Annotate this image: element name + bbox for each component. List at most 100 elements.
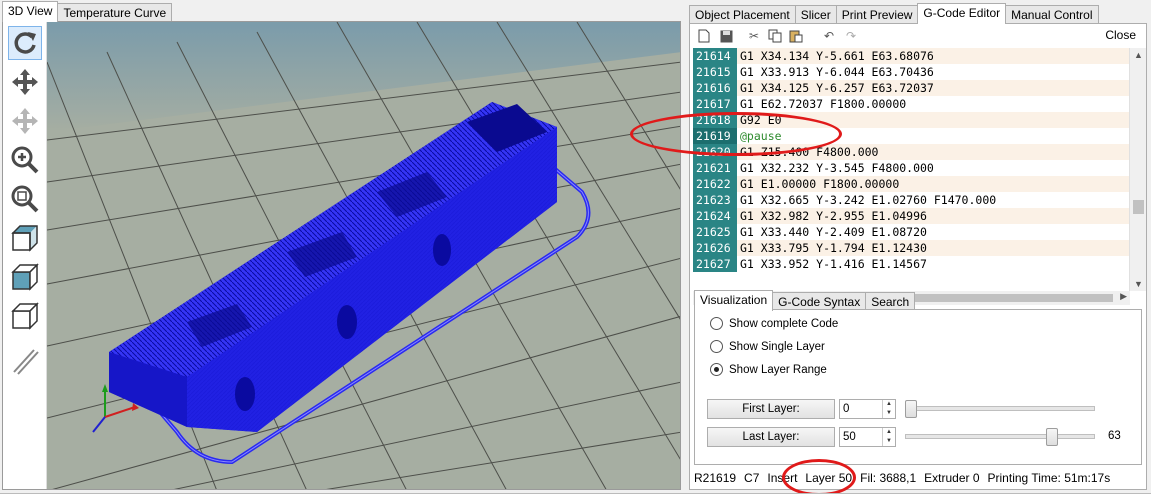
- option-label: Show Single Layer: [729, 340, 825, 353]
- line-text: G1 E1.00000 F1800.00000: [740, 177, 900, 191]
- code-line[interactable]: 21616 G1 X34.125 Y-6.257 E63.72037: [693, 80, 1130, 96]
- line-number: 21618: [693, 112, 737, 128]
- paste-icon[interactable]: [788, 28, 804, 44]
- last-layer-spinbox[interactable]: 50 ▲ ▼: [839, 427, 896, 447]
- code-line[interactable]: 21621 G1 X32.232 Y-3.545 F4800.000: [693, 160, 1130, 176]
- editor-toolbar: ✂ ↶ ↷ Close: [690, 24, 1146, 48]
- line-text: G1 E62.72037 F1800.00000: [740, 97, 907, 111]
- move-view-icon[interactable]: [8, 65, 42, 99]
- scroll-thumb[interactable]: [1133, 200, 1144, 214]
- show-single-layer-option[interactable]: Show Single Layer: [710, 340, 825, 353]
- tab-temperature-curve[interactable]: Temperature Curve: [57, 3, 173, 22]
- tab-print-preview[interactable]: Print Preview: [835, 5, 919, 24]
- gcode-text-area[interactable]: 21614 G1 X34.134 Y-5.661 E63.68076 21615 G1…: [693, 48, 1130, 291]
- line-text: G1 X33.795 Y-1.794 E1.12430: [740, 241, 927, 255]
- scroll-down-icon[interactable]: ▼: [1134, 279, 1143, 289]
- line-number: 21619: [693, 128, 737, 144]
- parallel-projection-icon[interactable]: [8, 344, 42, 378]
- move-object-icon[interactable]: [8, 104, 42, 138]
- radio-single[interactable]: [710, 340, 723, 353]
- first-layer-slider[interactable]: [905, 399, 1095, 419]
- line-text: G1 Z15.400 F4800.000: [740, 145, 879, 159]
- show-layer-range-option[interactable]: Show Layer Range: [710, 363, 827, 376]
- 3d-scene[interactable]: [47, 22, 681, 490]
- line-text: G1 X33.952 Y-1.416 E1.14567: [740, 257, 927, 271]
- status-col: C7: [744, 471, 760, 485]
- line-text: @pause: [740, 129, 782, 143]
- rotate-view-icon[interactable]: [8, 26, 42, 60]
- line-number: 21614: [693, 48, 737, 64]
- scroll-right-icon[interactable]: ▶: [1120, 291, 1127, 302]
- line-number: 21625: [693, 224, 737, 240]
- line-number: 21624: [693, 208, 737, 224]
- line-text: G1 X34.125 Y-6.257 E63.72037: [740, 81, 934, 95]
- front-view-icon[interactable]: [8, 221, 42, 255]
- zoom-icon[interactable]: [8, 143, 42, 177]
- option-label: Show complete Code: [729, 317, 839, 330]
- spin-arrows-icon[interactable]: ▲ ▼: [882, 428, 895, 446]
- tab-manual-control[interactable]: Manual Control: [1005, 5, 1099, 24]
- line-number: 21627: [693, 256, 737, 272]
- code-line[interactable]: 21620 G1 Z15.400 F4800.000: [693, 144, 1130, 160]
- spin-arrows-icon[interactable]: ▲ ▼: [882, 400, 895, 418]
- line-text: G1 X32.232 Y-3.545 F4800.000: [740, 161, 934, 175]
- code-line[interactable]: 21622 G1 E1.00000 F1800.00000: [693, 176, 1130, 192]
- code-line[interactable]: 21618 G92 E0: [693, 112, 1130, 128]
- copy-icon[interactable]: [767, 28, 783, 44]
- cut-icon[interactable]: ✂: [746, 28, 762, 44]
- radio-complete[interactable]: [710, 317, 723, 330]
- status-print-time: Printing Time: 51m:17s: [987, 471, 1111, 485]
- line-text: G1 X34.134 Y-5.661 E63.68076: [740, 49, 934, 63]
- new-file-icon[interactable]: [696, 28, 712, 44]
- code-line[interactable]: 21614 G1 X34.134 Y-5.661 E63.68076: [693, 48, 1130, 64]
- code-line[interactable]: 21627 G1 X33.952 Y-1.416 E1.14567: [693, 256, 1130, 272]
- code-line[interactable]: 21617 G1 E62.72037 F1800.00000: [693, 96, 1130, 112]
- slider-track: [905, 434, 1095, 439]
- line-number: 21620: [693, 144, 737, 160]
- visualization-panel: Show complete Code Show Single Layer Sho…: [694, 309, 1142, 465]
- show-complete-code-option[interactable]: Show complete Code: [710, 317, 838, 330]
- 3d-viewport[interactable]: [2, 21, 681, 490]
- side-view-icon[interactable]: [8, 260, 42, 294]
- radio-range[interactable]: [710, 363, 723, 376]
- code-line[interactable]: 21626 G1 X33.795 Y-1.794 E1.12430: [693, 240, 1130, 256]
- option-label: Show Layer Range: [729, 363, 827, 376]
- line-number: 21617: [693, 96, 737, 112]
- first-layer-spinbox[interactable]: 0 ▲ ▼: [839, 399, 896, 419]
- tab-slicer[interactable]: Slicer: [794, 5, 837, 24]
- tab-g-code-editor[interactable]: G-Code Editor: [917, 3, 1007, 24]
- code-line[interactable]: 21619 @pause: [693, 128, 1130, 144]
- tab-3d-view[interactable]: 3D View: [2, 1, 59, 22]
- gcode-editor-pane: ✂ ↶ ↷ Close 21614 G1 X34.134 Y-5.661 E63.…: [689, 23, 1147, 490]
- code-line[interactable]: 21624 G1 X32.982 Y-2.955 E1.04996: [693, 208, 1130, 224]
- slider-track: [905, 406, 1095, 411]
- first-layer-value: 0: [843, 403, 850, 415]
- status-filament: Fil: 3688,1: [860, 471, 917, 485]
- view-tabs: 3D View Temperature Curve: [2, 1, 173, 22]
- status-row: R21619: [694, 471, 737, 485]
- undo-icon[interactable]: ↶: [821, 28, 837, 44]
- vertical-scrollbar[interactable]: ▲ ▼: [1129, 48, 1146, 291]
- line-number: 21621: [693, 160, 737, 176]
- slider-handle[interactable]: [905, 400, 917, 418]
- last-layer-value: 50: [843, 431, 856, 443]
- line-text: G1 X32.982 Y-2.955 E1.04996: [740, 209, 927, 223]
- save-icon[interactable]: [718, 28, 734, 44]
- tab-object-placement[interactable]: Object Placement: [689, 5, 796, 24]
- last-layer-slider[interactable]: [905, 427, 1095, 447]
- code-line[interactable]: 21623 G1 X32.665 Y-3.242 E1.02760 F1470.0…: [693, 192, 1130, 208]
- line-text: G1 X33.440 Y-2.409 E1.08720: [740, 225, 927, 239]
- code-line[interactable]: 21615 G1 X33.913 Y-6.044 E63.70436: [693, 64, 1130, 80]
- top-view-icon[interactable]: [8, 299, 42, 333]
- last-layer-button[interactable]: Last Layer:: [707, 427, 835, 447]
- tab-visualization[interactable]: Visualization: [694, 290, 774, 311]
- first-layer-button[interactable]: First Layer:: [707, 399, 835, 419]
- redo-icon[interactable]: ↷: [843, 28, 859, 44]
- code-line[interactable]: 21625 G1 X33.440 Y-2.409 E1.08720: [693, 224, 1130, 240]
- slider-handle[interactable]: [1046, 428, 1058, 446]
- scroll-up-icon[interactable]: ▲: [1134, 50, 1143, 60]
- line-text: G1 X33.913 Y-6.044 E63.70436: [740, 65, 934, 79]
- zoom-fit-icon[interactable]: [8, 182, 42, 216]
- close-button[interactable]: Close: [1105, 28, 1136, 42]
- line-text: G92 E0: [740, 113, 782, 127]
